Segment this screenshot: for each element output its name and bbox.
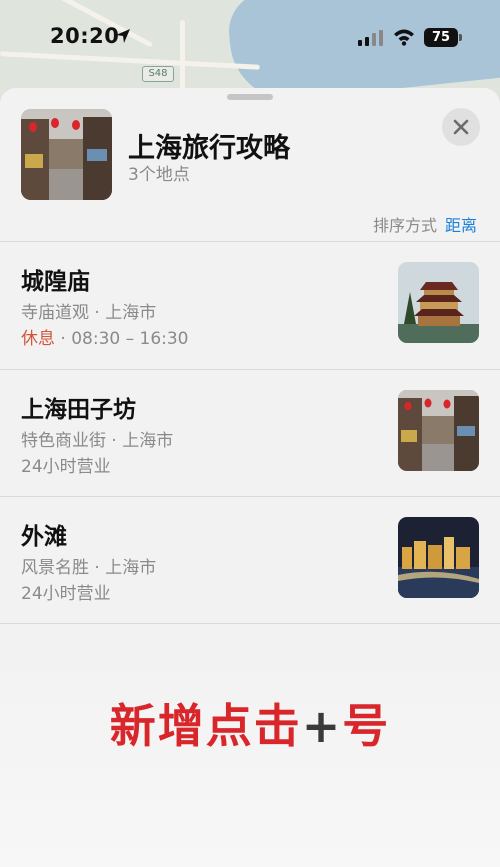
place-row[interactable]: 上海田子坊 特色商业街 · 上海市 24小时营业 [0, 370, 500, 496]
place-row[interactable]: 城隍庙 寺庙道观 · 上海市 休息 · 08:30 – 16:30 [0, 242, 500, 368]
place-category: 风景名胜 · 上海市 [21, 558, 157, 578]
place-name: 城隍庙 [21, 269, 90, 295]
caption-text: 新增点击 [109, 699, 302, 753]
place-hours: 24小时营业 [21, 457, 111, 477]
place-row[interactable]: 外滩 风景名胜 · 上海市 24小时营业 [0, 497, 500, 623]
place-image [398, 390, 479, 471]
sheet-empty-area [0, 648, 500, 867]
guide-place-count: 3个地点 [128, 165, 190, 185]
location-arrow-icon [116, 29, 130, 43]
place-image [398, 517, 479, 598]
status-bar: 20:20 75 [0, 0, 500, 76]
place-name: 外滩 [21, 524, 67, 550]
sort-control[interactable]: 排序方式 距离 [373, 212, 477, 236]
place-hours: 休息 · 08:30 – 16:30 [21, 324, 189, 349]
status-time: 20:20 [50, 24, 120, 48]
sort-label: 排序方式 [372, 216, 437, 235]
overlay-caption: 新增点击+号 [0, 690, 500, 756]
wifi-icon [394, 29, 414, 46]
place-status: 休息 [21, 329, 55, 349]
caption-text-end: 号 [342, 699, 391, 753]
place-hours-range: · 08:30 – 16:30 [55, 329, 189, 349]
sort-value[interactable]: 距离 [445, 216, 477, 235]
battery-tip [459, 34, 462, 41]
sheet-grabber[interactable] [227, 94, 273, 100]
guide-cover-image [21, 109, 112, 200]
close-icon [453, 119, 469, 135]
place-category: 寺庙道观 · 上海市 [21, 303, 157, 323]
cellular-signal-icon [358, 30, 383, 46]
caption-plus: + [301, 699, 343, 753]
place-category: 特色商业街 · 上海市 [21, 431, 174, 451]
close-button[interactable] [442, 108, 480, 146]
battery-icon: 75 [424, 28, 458, 47]
place-image [398, 262, 479, 343]
place-name: 上海田子坊 [21, 397, 136, 423]
place-hours: 24小时营业 [21, 584, 111, 604]
divider [0, 623, 500, 624]
